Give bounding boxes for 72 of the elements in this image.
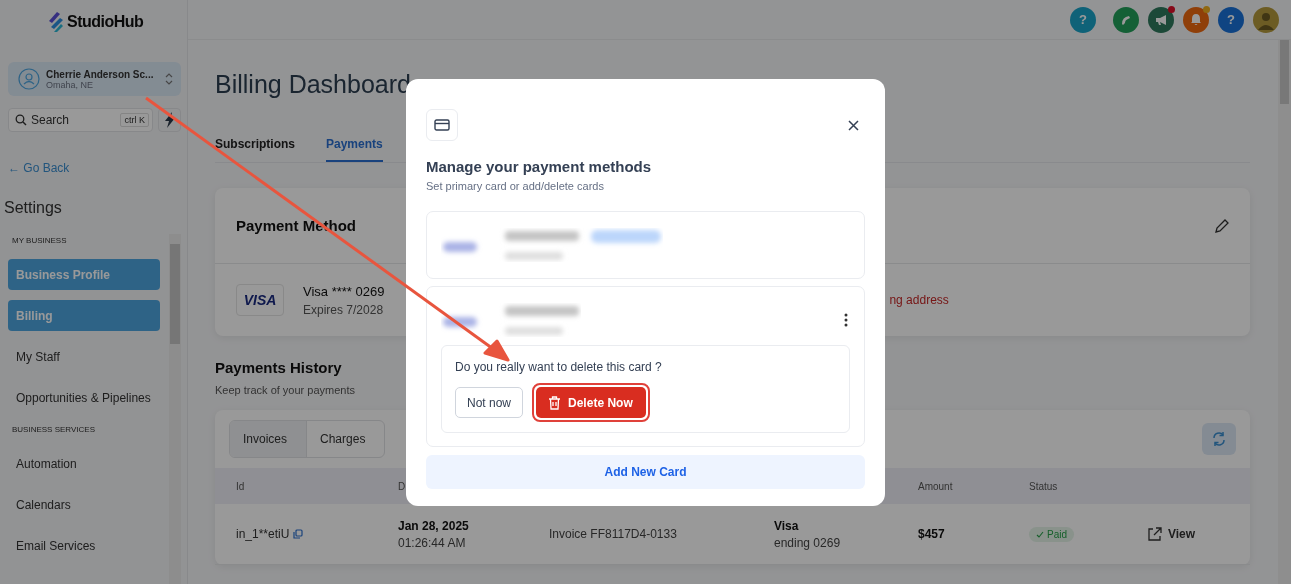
not-now-button[interactable]: Not now	[455, 387, 524, 418]
tab[interactable]: Payments	[326, 137, 383, 162]
payment-card[interactable]	[426, 211, 865, 279]
logo-icon	[48, 12, 64, 32]
dialog-subtitle: Set primary card or add/delete cards	[426, 180, 605, 192]
card-expiry: Expires 7/2028	[303, 302, 385, 317]
header-button[interactable]	[1148, 6, 1174, 33]
trash-icon	[548, 395, 562, 410]
column-header: Status	[1029, 480, 1059, 492]
nav-item[interactable]: Email Services	[8, 530, 160, 561]
section-title: Payments History	[215, 359, 342, 376]
nav-item[interactable]: Calendars	[8, 489, 160, 520]
table-cell-text: Jan 28, 2025	[398, 518, 470, 533]
table-cell: in_1**etiU	[236, 527, 290, 541]
pencil-icon[interactable]	[1214, 217, 1230, 234]
add-new-card-button[interactable]: Add New Card	[426, 455, 865, 489]
nav-item[interactable]: My Staff	[8, 341, 160, 372]
search-input[interactable]: Search	[31, 113, 101, 127]
account-name: Cherrie Anderson Sc...	[46, 68, 155, 80]
refresh-icon	[1211, 431, 1227, 447]
segment-tab[interactable]: Charges	[307, 421, 385, 457]
user-icon	[18, 68, 40, 90]
scrollbar[interactable]	[1278, 40, 1291, 584]
account-switcher[interactable]: Cherrie Anderson Sc... Omaha, NE	[8, 62, 181, 96]
credit-card-icon	[434, 119, 450, 131]
chevron-icon	[165, 72, 173, 86]
delete-now-button[interactable]: Delete Now	[536, 387, 646, 418]
table-cell-text: ending 0269	[774, 535, 842, 550]
section-subtitle: Keep track of your payments	[215, 384, 355, 396]
column-header: Id	[236, 480, 246, 492]
warning-text: ng address	[889, 293, 949, 307]
header-button[interactable]	[1253, 6, 1279, 33]
shortcut-hint: ctrl K	[120, 113, 149, 127]
table-cell-text: Invoice FF8117D4-0133	[549, 527, 678, 541]
table-cell-text: Visa	[774, 518, 800, 533]
view-link[interactable]: View	[1147, 526, 1250, 542]
external-link-icon	[1147, 526, 1162, 542]
lightning-icon	[163, 112, 176, 128]
status-text: Paid	[1047, 528, 1067, 540]
header-button[interactable]: ?	[1218, 6, 1244, 33]
phone-icon	[1120, 13, 1132, 26]
table-cell-text: $457	[918, 527, 946, 541]
visa-logo: VISA	[236, 284, 284, 316]
copy-icon[interactable]	[293, 529, 304, 539]
search-field[interactable]: Search ctrl K	[8, 108, 153, 132]
confirm-question: Do you really want to delete this card ?	[455, 360, 663, 374]
section-label: BUSINESS SERVICES	[12, 425, 96, 436]
account-location: Omaha, NE	[46, 79, 95, 90]
card-number: Visa **** 0269	[303, 283, 385, 299]
scrollbar[interactable]	[169, 234, 181, 584]
page-title: Billing Dashboard	[215, 70, 412, 100]
more-options-icon[interactable]	[844, 313, 848, 327]
header-button[interactable]	[1183, 6, 1209, 33]
column-header: D	[398, 480, 407, 492]
search-icon	[15, 114, 27, 126]
settings-title: Settings	[4, 199, 63, 217]
check-icon	[1036, 530, 1044, 538]
nav-item[interactable]: Opportunities & Pipelines	[8, 382, 160, 413]
megaphone-icon	[1154, 13, 1168, 26]
refresh-button[interactable]	[1202, 423, 1236, 455]
segment-tab[interactable]: Invoices	[230, 421, 308, 457]
payment-card[interactable]: Do you really want to delete this card ? Not now Delete Now	[426, 286, 865, 447]
brand-name: StudioHub	[67, 13, 144, 31]
header-button[interactable]	[1113, 6, 1139, 33]
bell-icon	[1190, 13, 1202, 26]
table-cell-text: 01:26:44 AM	[398, 535, 467, 550]
dialog-title: Manage your payment methods	[426, 158, 653, 175]
close-icon	[848, 119, 859, 131]
nav-item[interactable]: Automation	[8, 448, 160, 479]
section-label: MY BUSINESS	[12, 236, 68, 247]
tab[interactable]: Subscriptions	[215, 137, 295, 162]
column-header: Amount	[918, 480, 954, 492]
